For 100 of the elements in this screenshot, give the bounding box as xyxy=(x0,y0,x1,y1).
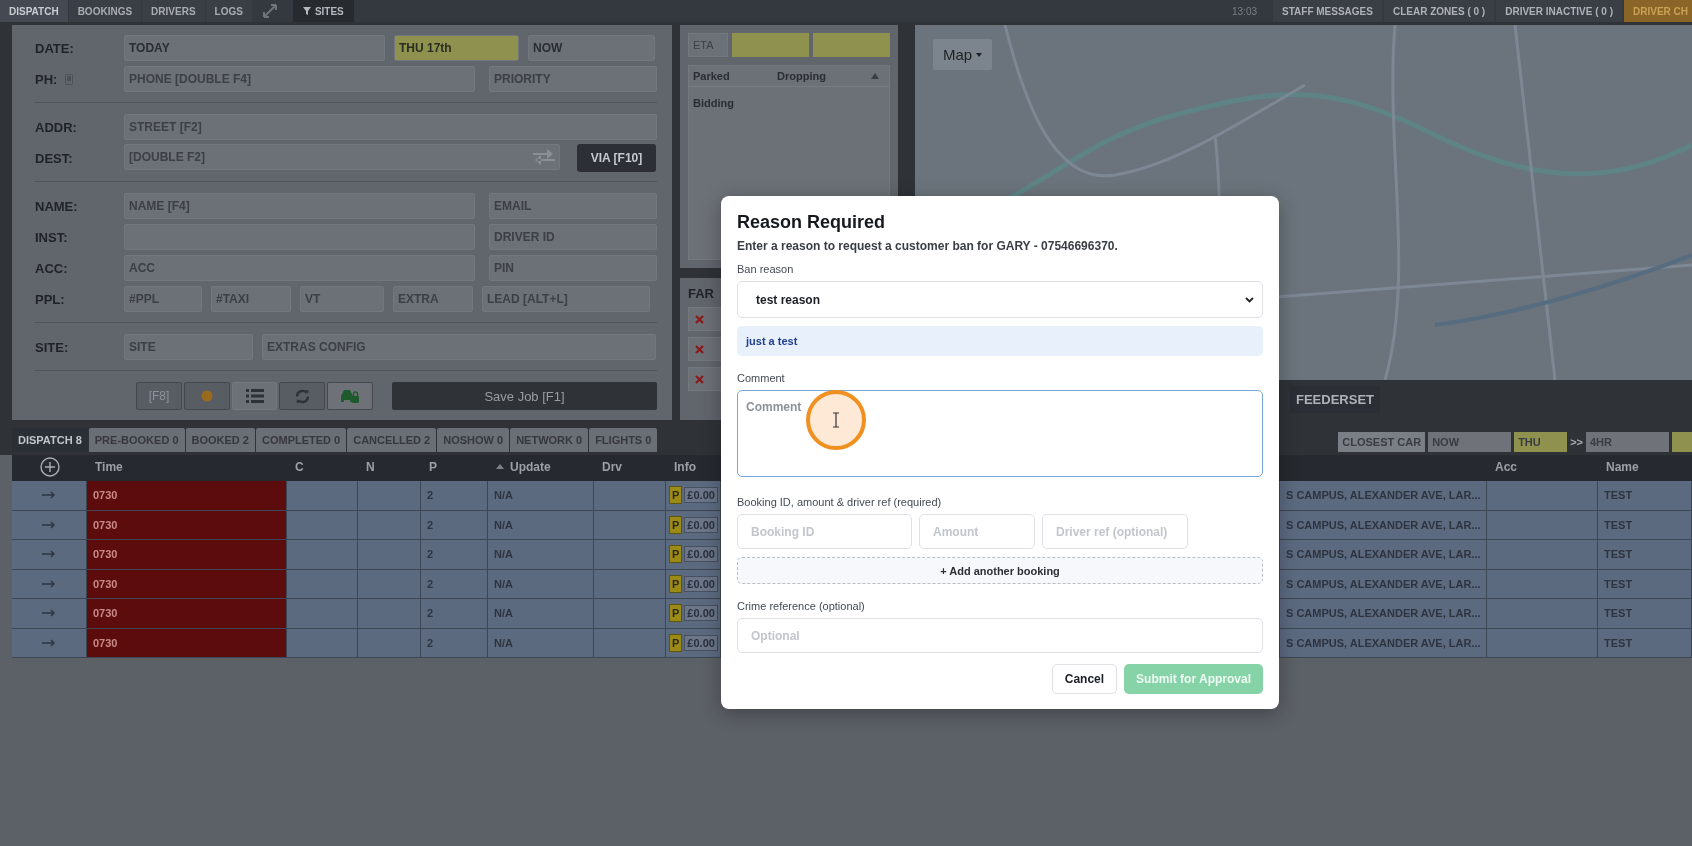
arrow-right-icon[interactable] xyxy=(42,491,56,500)
field-label: Ban reason xyxy=(737,263,795,275)
dot-icon xyxy=(201,390,213,402)
arrow-right-icon[interactable] xyxy=(42,550,56,559)
caret-icon xyxy=(976,52,983,57)
column-header[interactable]: C xyxy=(287,459,358,474)
nav-tab[interactable]: BOOKINGS xyxy=(68,0,142,22)
reason-description: just a test xyxy=(737,326,1263,356)
value-field[interactable]: TODAY xyxy=(124,35,385,61)
table-cell: N/A xyxy=(488,540,594,570)
status-tab[interactable]: NETWORK 0 xyxy=(510,428,589,452)
column-header[interactable]: Update xyxy=(488,459,594,474)
fare-tag: £0.00 xyxy=(684,546,718,563)
chevron-down-icon xyxy=(1245,296,1254,303)
nav-tab[interactable]: LOGS xyxy=(205,0,252,22)
refresh-button[interactable] xyxy=(279,382,325,410)
status-tab[interactable]: BOOKED 2 xyxy=(185,428,255,452)
arrow-right-icon[interactable] xyxy=(42,609,56,618)
sort-arrow-icon xyxy=(496,464,504,469)
car-button[interactable] xyxy=(327,382,373,410)
map-button[interactable]: FEEDERSET xyxy=(1290,386,1380,413)
table-cell: N/A xyxy=(488,599,594,629)
scroll-up-icon[interactable] xyxy=(871,73,879,79)
table-cell: 2 xyxy=(421,481,488,511)
value-field[interactable]: NOW xyxy=(528,35,655,61)
booking-input[interactable]: Driver ref (optional) xyxy=(1042,514,1188,549)
list-button[interactable] xyxy=(232,382,277,410)
sites-button[interactable]: SITES xyxy=(292,0,354,22)
status-tab[interactable]: NOSHOW 0 xyxy=(437,428,510,452)
column-header[interactable]: N xyxy=(358,459,421,474)
field-label: Booking ID, amount & driver ref (required) xyxy=(737,496,943,508)
via-button[interactable]: VIA [F10] xyxy=(577,144,656,172)
swap-icon[interactable] xyxy=(533,149,555,165)
arrow-right-icon[interactable] xyxy=(42,579,56,588)
closest-car-button[interactable]: CLOSEST CAR xyxy=(1338,432,1426,452)
remove-icon[interactable] xyxy=(695,344,704,354)
status-tab[interactable]: DISPATCH 8 xyxy=(12,428,88,452)
map-type-dropdown[interactable]: Map xyxy=(933,39,993,70)
save-job-button[interactable]: Save Job [F1] xyxy=(392,382,657,410)
toolbar-button[interactable]: DRIVER INACTIVE ( 0 ) xyxy=(1496,0,1622,22)
field-label: INST: xyxy=(35,229,68,245)
ban-reason-select[interactable]: test reason xyxy=(737,281,1263,318)
remove-icon[interactable] xyxy=(695,314,704,324)
field-label: NAME: xyxy=(35,198,78,214)
range-separator: >> xyxy=(1570,436,1583,448)
toolbar-button[interactable]: CLEAR ZONES ( 0 ) xyxy=(1383,0,1495,22)
remove-icon[interactable] xyxy=(695,374,704,384)
dot-button[interactable] xyxy=(184,382,230,410)
fare-tag: £0.00 xyxy=(684,605,718,622)
cancel-button[interactable]: Cancel xyxy=(1051,664,1118,694)
time-cell: 0730 xyxy=(87,510,287,540)
panel-title: FAR xyxy=(688,286,714,301)
column-header[interactable]: Time xyxy=(87,459,287,474)
arrow-right-icon[interactable] xyxy=(42,520,56,529)
column-header[interactable]: Drv xyxy=(594,459,666,474)
to-field[interactable]: 4HR xyxy=(1586,432,1669,452)
value-field[interactable]: THU 17th xyxy=(394,35,519,61)
list-row[interactable]: Bidding xyxy=(693,97,734,109)
field-label: PPL: xyxy=(35,291,65,307)
nav-tab[interactable]: DRIVERS xyxy=(142,0,205,22)
booking-input[interactable]: Booking ID xyxy=(737,514,912,549)
fare-tag: £0.00 xyxy=(684,634,718,651)
funnel-icon xyxy=(302,7,311,15)
arrow-right-icon[interactable] xyxy=(42,638,56,647)
field-label: PH: xyxy=(35,71,58,87)
column-header[interactable]: Name xyxy=(1598,459,1692,474)
refresh-icon xyxy=(293,387,311,405)
table-cell: S CAMPUS, ALEXANDER AVE, LAR... xyxy=(1280,481,1487,511)
status-tab[interactable]: COMPLETED 0 xyxy=(256,428,347,452)
nav-tab[interactable]: DISPATCH xyxy=(0,0,68,22)
table-cell: TEST xyxy=(1598,481,1692,511)
status-tab[interactable]: PRE-BOOKED 0 xyxy=(88,428,185,452)
add-icon[interactable] xyxy=(39,456,60,477)
table-cell: N/A xyxy=(488,628,594,658)
flag-badge: P xyxy=(669,486,683,505)
dialog-title: Reason Required xyxy=(737,212,887,233)
list-header: Parked xyxy=(693,70,731,82)
toolbar-button[interactable]: DRIVER CH xyxy=(1624,0,1692,22)
from-field[interactable]: NOW xyxy=(1428,432,1512,452)
flag-badge: P xyxy=(669,633,683,652)
column-header[interactable]: P xyxy=(421,459,488,474)
column-header[interactable]: Acc xyxy=(1487,459,1598,474)
field-label: DATE: xyxy=(35,40,74,56)
crime-reference-input[interactable]: Optional xyxy=(737,618,1263,653)
list-icon xyxy=(245,389,264,403)
toolbar-button[interactable]: STAFF MESSAGES xyxy=(1273,0,1382,22)
status-tab[interactable]: FLIGHTS 0 xyxy=(589,428,658,452)
time-cell: 0730 xyxy=(87,540,287,570)
table-cell: 2 xyxy=(421,540,488,570)
status-tab[interactable]: CANCELLED 2 xyxy=(347,428,437,452)
column-header[interactable]: Info xyxy=(666,459,721,474)
flag-badge: P xyxy=(669,604,683,623)
table-cell: S CAMPUS, ALEXANDER AVE, LAR... xyxy=(1280,540,1487,570)
day-field[interactable]: THU xyxy=(1514,432,1568,452)
dialog-message: Enter a reason to request a customer ban for GARY - 07546696370. xyxy=(737,239,1119,253)
booking-input[interactable]: Amount xyxy=(919,514,1035,549)
fare-tag: £0.00 xyxy=(684,575,718,592)
comment-field[interactable]: Comment xyxy=(737,390,1263,477)
car-icon xyxy=(340,388,360,404)
add-booking-button[interactable]: + Add another booking xyxy=(737,557,1263,584)
